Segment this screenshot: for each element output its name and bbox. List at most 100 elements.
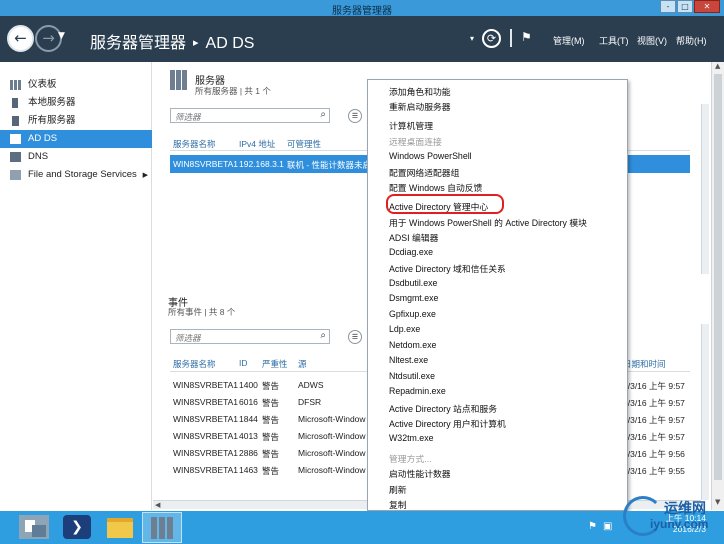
col-manageability[interactable]: 可管理性 (287, 138, 321, 150)
event-source-cell: ADWS (298, 380, 324, 390)
col-server-name[interactable]: 服务器名称 (173, 138, 216, 150)
breadcrumb-current: AD DS (205, 35, 255, 52)
event-time-cell: 2/3/16 上午 9:55 (623, 466, 685, 476)
sidebar-item-file-storage[interactable]: File and Storage Services ▶ (0, 166, 152, 184)
event-id-cell: 2886 (239, 448, 258, 458)
explorer-taskbar-icon[interactable] (100, 512, 140, 543)
expand-arrow-icon[interactable]: ▶ (143, 166, 148, 184)
sidebar-item-all-servers[interactable]: 所有服务器 (0, 112, 152, 130)
powershell-taskbar-icon[interactable]: ❯ (57, 512, 97, 543)
event-severity-cell: 警告 (262, 449, 280, 459)
col-source[interactable]: 源 (298, 358, 307, 370)
sidebar-item-local-server[interactable]: 本地服务器 (0, 94, 152, 112)
menu-item-repadmin[interactable]: Repadmin.exe (389, 386, 446, 396)
network-tray-icon[interactable]: ⚑ (588, 521, 597, 532)
menu-item-ad-users-computers[interactable]: Active Directory 用户和计算机 (389, 417, 506, 430)
menu-item-ldp[interactable]: Ldp.exe (389, 324, 420, 334)
event-source-cell: Microsoft-Window (298, 465, 366, 475)
event-id-cell: 6016 (239, 397, 258, 407)
events-subtitle: 所有事件 | 共 8 个 (168, 307, 236, 317)
servers-icon (10, 116, 21, 126)
adds-icon (10, 134, 21, 144)
search-icon[interactable]: ⌕ (320, 109, 326, 120)
breadcrumb-separator-icon: ▸ (193, 36, 199, 49)
menu-item-w32tm[interactable]: W32tm.exe (389, 433, 434, 443)
event-source-cell: Microsoft-Window (298, 431, 366, 441)
menu-item-auto-feedback[interactable]: 配置 Windows 自动反馈 (389, 181, 482, 194)
taskbar: ❯ (0, 511, 724, 544)
scroll-thumb[interactable] (714, 74, 722, 480)
annotation-highlight-ring (386, 194, 504, 214)
menu-item-add-roles[interactable]: 添加角色和功能 (389, 85, 451, 98)
event-source-cell: DFSR (298, 397, 322, 407)
menu-item-ntdsutil[interactable]: Ntdsutil.exe (389, 371, 435, 381)
menu-item-ad-domains-trusts[interactable]: Active Directory 域和信任关系 (389, 262, 506, 275)
sidebar-item-label: 所有服务器 (28, 115, 76, 126)
volume-tray-icon[interactable]: ▣ (603, 521, 612, 532)
menu-view[interactable]: 视图(V) (637, 34, 667, 47)
breadcrumb: 服务器管理器 ▸ AD DS (90, 29, 254, 53)
dashboard-icon (10, 80, 21, 90)
event-server-cell: WIN8SVRBETA1 (173, 465, 239, 475)
menu-item-ad-powershell-module[interactable]: 用于 Windows PowerShell 的 Active Directory… (389, 216, 587, 229)
menu-item-netdom[interactable]: Netdom.exe (389, 340, 436, 350)
event-id-cell: 4013 (239, 431, 258, 441)
col-ipv4[interactable]: IPv4 地址 (239, 138, 275, 150)
event-id-cell: 1844 (239, 414, 258, 424)
event-time-cell: 2/3/16 上午 9:57 (623, 415, 685, 425)
notification-flag-icon[interactable]: ⚑ (521, 30, 532, 44)
menu-item-refresh[interactable]: 刷新 (389, 483, 407, 496)
servers-scrollbar[interactable] (701, 104, 709, 274)
menu-item-ad-sites-services[interactable]: Active Directory 站点和服务 (389, 402, 497, 415)
col-severity[interactable]: 严重性 (262, 358, 288, 370)
server-manager-taskbar-icon[interactable] (14, 512, 54, 543)
col-datetime[interactable]: 日期和时间 (623, 358, 666, 370)
menu-tools[interactable]: 工具(T) (599, 34, 629, 47)
close-button[interactable]: ✕ (694, 0, 720, 13)
refresh-icon[interactable]: ⟳ (482, 29, 501, 48)
menu-item-gpfixup[interactable]: Gpfixup.exe (389, 309, 436, 319)
event-time-cell: 2/3/16 上午 9:57 (623, 381, 685, 391)
back-button[interactable]: ← (7, 25, 34, 52)
col-id[interactable]: ID (239, 358, 248, 368)
minimize-button[interactable]: - (660, 0, 676, 13)
event-severity-cell: 警告 (262, 398, 280, 408)
breadcrumb-root[interactable]: 服务器管理器 (90, 35, 186, 52)
menu-item-computer-management[interactable]: 计算机管理 (389, 119, 433, 132)
history-dropdown-icon[interactable]: ▼ (58, 31, 65, 41)
list-options-button[interactable]: ☰ (348, 330, 362, 344)
events-scrollbar[interactable] (701, 324, 709, 500)
menu-item-nltest[interactable]: Nltest.exe (389, 355, 428, 365)
event-severity-cell: 警告 (262, 432, 280, 442)
menu-help[interactable]: 帮助(H) (676, 34, 707, 47)
event-id-cell: 1463 (239, 465, 258, 475)
scroll-left-icon[interactable]: ◀ (155, 501, 160, 509)
menu-manage[interactable]: 管理(M) (553, 34, 585, 47)
menu-item-dsmgmt[interactable]: Dsmgmt.exe (389, 293, 438, 303)
events-filter-input[interactable]: 筛选器 ⌕ (170, 329, 330, 344)
menu-item-nic-teaming[interactable]: 配置网络适配器组 (389, 166, 459, 179)
sidebar-item-dns[interactable]: DNS (0, 148, 152, 166)
menu-item-dcdiag[interactable]: Dcdiag.exe (389, 247, 433, 257)
scroll-up-icon[interactable]: ▲ (715, 62, 720, 70)
menu-item-start-perf-counters[interactable]: 启动性能计数器 (389, 467, 451, 480)
chevron-down-icon[interactable]: ▾ (470, 34, 474, 43)
event-source-cell: Microsoft-Window (298, 448, 366, 458)
page-scrollbar[interactable]: ▲ ▼ (711, 62, 724, 510)
servers-filter-input[interactable]: 筛选器 ⌕ (170, 108, 330, 123)
active-window-taskbar-icon[interactable] (142, 512, 182, 543)
server-name-cell: WIN8SVRBETA1 (173, 159, 239, 169)
sidebar-item-adds[interactable]: AD DS (0, 130, 152, 148)
list-options-button[interactable]: ☰ (348, 109, 362, 123)
menu-item-adsi-edit[interactable]: ADSI 编辑器 (389, 231, 438, 244)
menu-item-copy[interactable]: 复制 (389, 498, 407, 511)
maximize-button[interactable]: □ (677, 0, 693, 13)
menu-item-powershell[interactable]: Windows PowerShell (389, 151, 472, 161)
sidebar-item-dashboard[interactable]: 仪表板 (0, 76, 152, 94)
menu-item-restart-server[interactable]: 重新启动服务器 (389, 100, 451, 113)
search-icon[interactable]: ⌕ (320, 330, 326, 341)
sidebar-item-label: DNS (28, 151, 49, 162)
col-server-name[interactable]: 服务器名称 (173, 358, 216, 370)
dns-icon (10, 152, 21, 162)
menu-item-dsdbutil[interactable]: Dsdbutil.exe (389, 278, 437, 288)
